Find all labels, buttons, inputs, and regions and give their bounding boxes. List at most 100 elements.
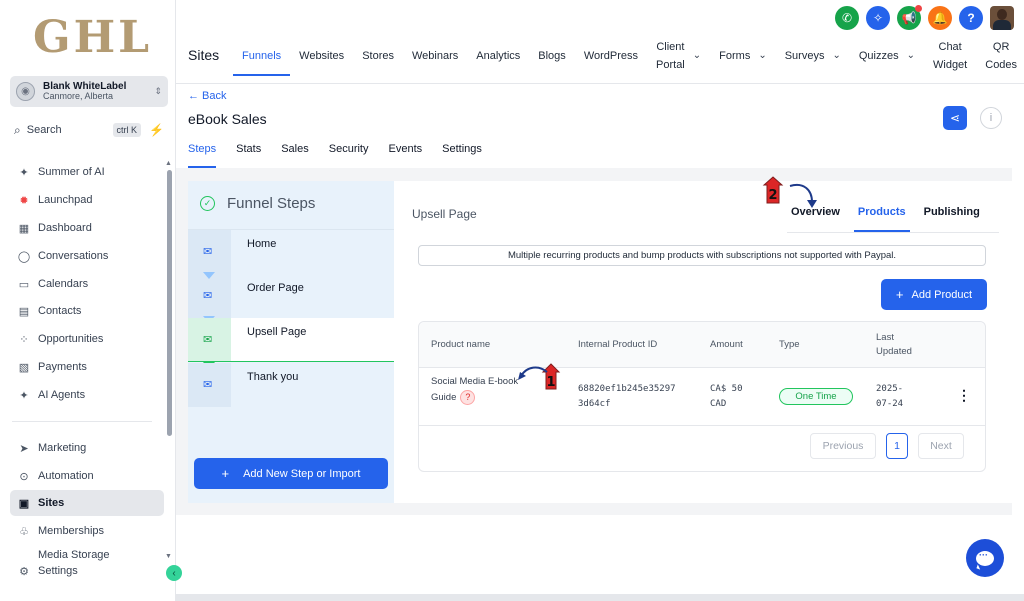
search-shortcut: ctrl K bbox=[112, 123, 142, 137]
sidebar-item-opportunities[interactable]: ⁘ Opportunities bbox=[10, 326, 164, 352]
section-title: Sites bbox=[188, 47, 220, 63]
tab-sales[interactable]: Sales bbox=[281, 138, 309, 166]
previous-page-button[interactable]: Previous bbox=[810, 433, 876, 459]
row-divider bbox=[419, 425, 985, 426]
sidebar-item-ai-agents[interactable]: ✦ AI Agents bbox=[10, 382, 164, 408]
tab-wordpress[interactable]: WordPress bbox=[575, 38, 647, 74]
cell-product-name[interactable]: Social Media E-book Guide? bbox=[431, 374, 518, 405]
chevron-down-icon: ⌄ bbox=[692, 49, 702, 61]
tab-surveys[interactable]: Surveys ⌄ bbox=[776, 38, 850, 74]
step-order-page[interactable]: ✉ Order Page bbox=[188, 274, 394, 318]
magic-icon[interactable]: ✧ bbox=[866, 6, 890, 30]
search-icon: ⌕ bbox=[14, 122, 21, 137]
sidebar-item-conversations[interactable]: ◯ Conversations bbox=[10, 243, 164, 269]
sites-icon: ▣ bbox=[18, 497, 30, 510]
account-switcher[interactable]: ◉ Blank WhiteLabel Canmore, Alberta ⇕ bbox=[10, 76, 168, 107]
question-icon[interactable]: ? bbox=[460, 389, 476, 405]
tab-steps[interactable]: Steps bbox=[188, 138, 217, 168]
page-number-button[interactable]: 1 bbox=[886, 433, 908, 459]
opportunities-icon: ⁘ bbox=[19, 333, 29, 346]
tab-quizzes[interactable]: Quizzes ⌄ bbox=[850, 38, 924, 74]
add-step-button[interactable]: + Add New Step or Import bbox=[194, 458, 388, 489]
sidebar-item-launchpad[interactable]: ✹ Launchpad bbox=[10, 187, 164, 213]
tab-websites[interactable]: Websites bbox=[290, 38, 353, 74]
step-label: Order Page bbox=[247, 282, 304, 294]
sidebar-item-contacts[interactable]: ▤ Contacts bbox=[10, 298, 164, 324]
tab-forms[interactable]: Forms ⌄ bbox=[710, 38, 776, 74]
tab-settings[interactable]: Settings bbox=[442, 138, 482, 166]
profile-avatar[interactable] bbox=[990, 6, 1014, 30]
account-location: Canmore, Alberta bbox=[43, 91, 114, 102]
grid-icon: ▦ bbox=[18, 222, 30, 235]
tabs-underline bbox=[787, 232, 999, 233]
sidebar-item-sites[interactable]: ▣ Sites bbox=[10, 490, 164, 516]
col-last-updated: Last Updated bbox=[876, 332, 912, 357]
plus-icon: + bbox=[895, 287, 904, 302]
tab-publishing[interactable]: Publishing bbox=[920, 199, 984, 231]
info-icon[interactable]: i bbox=[980, 107, 1002, 129]
contacts-icon: ▤ bbox=[18, 305, 30, 318]
sidebar-item-payments[interactable]: ▧ Payments bbox=[10, 354, 164, 380]
tab-analytics[interactable]: Analytics bbox=[467, 38, 529, 74]
tab-stats[interactable]: Stats bbox=[236, 138, 261, 166]
back-link[interactable]: ← Back bbox=[188, 90, 227, 102]
sidebar-item-summer-of-ai[interactable]: ✦ Summer of AI bbox=[10, 159, 164, 185]
step-upsell-page[interactable]: ✉ Upsell Page bbox=[188, 318, 394, 362]
scroll-down-icon[interactable]: ▼ bbox=[165, 553, 172, 560]
tab-stores[interactable]: Stores bbox=[353, 38, 403, 74]
collapse-sidebar-icon[interactable]: ‹ bbox=[166, 565, 182, 581]
cell-amount: CA$ 50 CAD bbox=[710, 384, 743, 409]
step-thank-you[interactable]: ✉ Thank you bbox=[188, 363, 394, 407]
tab-security[interactable]: Security bbox=[329, 138, 369, 166]
add-product-label: Add Product bbox=[911, 288, 973, 301]
chat-widget-button[interactable] bbox=[966, 539, 1004, 577]
plus-icon: + bbox=[221, 466, 230, 481]
automation-icon: ⊙ bbox=[19, 470, 29, 483]
step-home[interactable]: ✉ Home bbox=[188, 230, 394, 274]
funnel-tabs: Steps Stats Sales Security Events Settin… bbox=[188, 138, 502, 168]
tab-events[interactable]: Events bbox=[389, 138, 423, 166]
sidebar: GHL ◉ Blank WhiteLabel Canmore, Alberta … bbox=[0, 0, 182, 601]
megaphone-icon[interactable]: 📢 bbox=[897, 5, 922, 30]
tab-chat-widget[interactable]: Chat Widget bbox=[924, 38, 976, 74]
cell-last-updated: 2025- 07-24 bbox=[876, 384, 904, 409]
sidebar-item-label: Contacts bbox=[38, 305, 82, 317]
bell-icon[interactable]: 🔔 bbox=[928, 6, 952, 30]
sites-menu: Funnels Websites Stores Webinars Analyti… bbox=[233, 38, 1024, 76]
next-page-button[interactable]: Next bbox=[918, 433, 964, 459]
tab-funnels[interactable]: Funnels bbox=[233, 38, 291, 76]
sidebar-item-memberships[interactable]: ♧ Memberships bbox=[10, 518, 164, 544]
tab-qr-codes[interactable]: QR Codes bbox=[976, 38, 1024, 74]
tab-products[interactable]: Products bbox=[853, 199, 910, 232]
scroll-up-icon[interactable]: ▲ bbox=[165, 160, 172, 167]
sidebar-item-dashboard[interactable]: ▦ Dashboard bbox=[10, 215, 164, 241]
products-table: Product name Internal Product ID Amount … bbox=[418, 321, 986, 472]
phone-icon[interactable]: ✆ bbox=[835, 6, 859, 30]
sidebar-item-label: Calendars bbox=[38, 278, 89, 290]
sidebar-item-settings[interactable]: ⚙ Settings bbox=[10, 562, 164, 580]
help-icon[interactable]: ? bbox=[959, 6, 983, 30]
sidebar-item-label: AI Agents bbox=[38, 389, 86, 401]
add-product-button[interactable]: + Add Product bbox=[881, 279, 987, 310]
sidebar-item-automation[interactable]: ⊙ Automation bbox=[10, 463, 164, 489]
brand-logo[interactable]: GHL bbox=[33, 12, 152, 63]
sidebar-item-marketing[interactable]: ➤ Marketing bbox=[10, 435, 164, 461]
chevron-down-icon: ⌄ bbox=[832, 49, 841, 61]
step-name: Upsell Page bbox=[412, 207, 477, 221]
search-bar[interactable]: ⌕ Search ctrl K ⚡ bbox=[10, 119, 168, 141]
col-product-name: Product name bbox=[431, 339, 491, 350]
chat-icon: ◯ bbox=[17, 250, 31, 263]
tab-client-portal[interactable]: Client Portal ⌄ bbox=[647, 38, 710, 74]
tab-webinars[interactable]: Webinars bbox=[403, 38, 467, 74]
sidebar-item-label: Summer of AI bbox=[38, 166, 105, 178]
share-button[interactable]: ⋖ bbox=[943, 106, 967, 130]
tab-blogs[interactable]: Blogs bbox=[529, 38, 575, 74]
row-menu-icon[interactable]: ⋮ bbox=[957, 387, 971, 404]
top-icons: ✆ ✧ 📢 🔔 ? bbox=[835, 5, 1014, 30]
sidebar-item-calendars[interactable]: ▭ Calendars bbox=[10, 271, 164, 297]
steps-panel-title: Funnel Steps bbox=[227, 195, 316, 212]
quick-action-bolt-icon[interactable]: ⚡ bbox=[149, 123, 164, 137]
chat-bubble-icon bbox=[976, 550, 994, 566]
sidebar-item-label: Automation bbox=[38, 470, 94, 482]
sidebar-scrollbar[interactable] bbox=[167, 170, 172, 436]
